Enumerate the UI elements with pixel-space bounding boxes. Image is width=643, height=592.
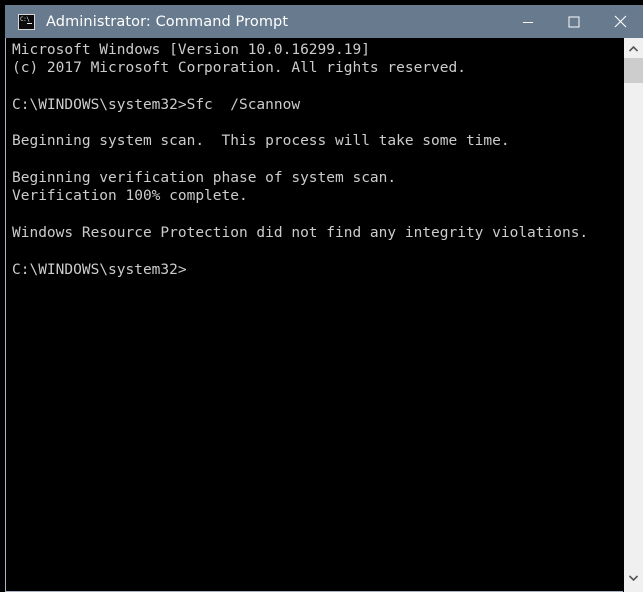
chevron-up-icon [629, 46, 638, 52]
command-prompt-window: C:\ Administrator: Command Prompt Micros… [0, 0, 643, 592]
window-title: Administrator: Command Prompt [46, 13, 289, 30]
maximize-button[interactable] [551, 5, 597, 38]
scrollbar-thumb[interactable] [624, 58, 643, 83]
scrollbar-track[interactable] [624, 83, 643, 569]
console-line: C:\WINDOWS\system32>Sfc /Scannow [12, 96, 301, 113]
chevron-down-icon [629, 575, 638, 581]
scrollbar-down-button[interactable] [624, 569, 643, 587]
scrollbar-up-button[interactable] [624, 40, 643, 58]
close-icon [614, 15, 626, 28]
minimize-icon [523, 21, 533, 23]
console-line: Beginning verification phase of system s… [12, 170, 397, 187]
console-line: C:\WINDOWS\system32> [12, 261, 187, 278]
close-button[interactable] [597, 5, 643, 38]
minimize-button[interactable] [505, 5, 551, 38]
vertical-scrollbar[interactable] [623, 38, 643, 592]
console-output: Microsoft Windows [Version 10.0.16299.19… [12, 41, 617, 279]
console-line: Beginning system scan. This process will… [12, 133, 510, 150]
icon-cursor [27, 22, 32, 24]
console-line: Windows Resource Protection did not find… [12, 224, 589, 241]
console-line: Microsoft Windows [Version 10.0.16299.19… [12, 42, 370, 58]
console-area[interactable]: Microsoft Windows [Version 10.0.16299.19… [5, 38, 643, 592]
title-bar[interactable]: C:\ Administrator: Command Prompt [5, 5, 643, 38]
maximize-icon [568, 16, 580, 27]
console-line: (c) 2017 Microsoft Corporation. All righ… [12, 60, 466, 77]
command-prompt-icon[interactable]: C:\ [18, 13, 35, 30]
console-line: Verification 100% complete. [12, 188, 248, 205]
